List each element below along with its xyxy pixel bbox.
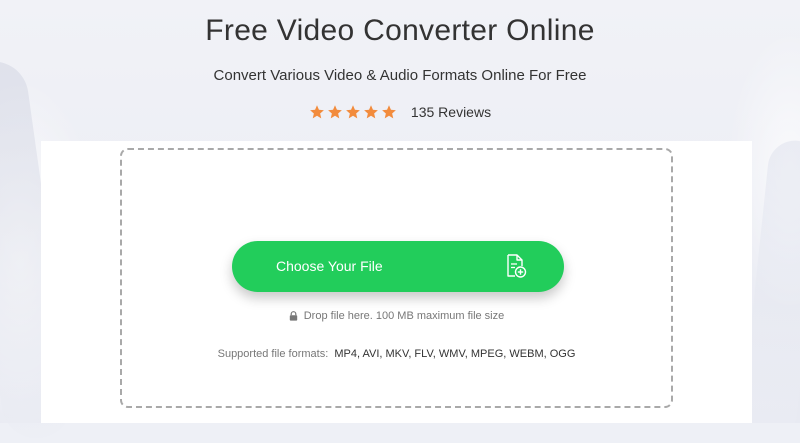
formats-label: Supported file formats: xyxy=(217,348,329,360)
star-rating xyxy=(309,104,397,120)
review-count[interactable]: 135 Reviews xyxy=(411,104,491,120)
star-icon xyxy=(310,105,324,119)
star-icon xyxy=(382,105,396,119)
choose-file-label: Choose Your File xyxy=(276,258,383,274)
file-add-icon xyxy=(507,254,527,278)
file-dropzone[interactable]: Choose Your File Drop file here. 100 MB … xyxy=(120,148,673,408)
star-icon xyxy=(328,105,342,119)
page-title: Free Video Converter Online xyxy=(205,14,595,47)
drop-hint: Drop file here. 100 MB maximum file size xyxy=(122,310,671,322)
formats-list: MP4, AVI, MKV, FLV, WMV, MPEG, WEBM, OGG xyxy=(334,348,576,360)
lock-icon xyxy=(289,311,297,321)
choose-file-button[interactable]: Choose Your File xyxy=(232,241,564,292)
rating-summary: 135 Reviews xyxy=(0,104,800,120)
upload-panel: Choose Your File Drop file here. 100 MB … xyxy=(41,141,752,423)
page-content: Free Video Converter Online Convert Vari… xyxy=(0,0,800,423)
supported-formats: Supported file formats: MP4, AVI, MKV, F… xyxy=(122,348,671,360)
drop-hint-text: Drop file here. 100 MB maximum file size xyxy=(303,310,505,322)
star-icon xyxy=(364,105,378,119)
page-subtitle: Convert Various Video & Audio Formats On… xyxy=(213,67,587,84)
star-icon xyxy=(346,105,360,119)
